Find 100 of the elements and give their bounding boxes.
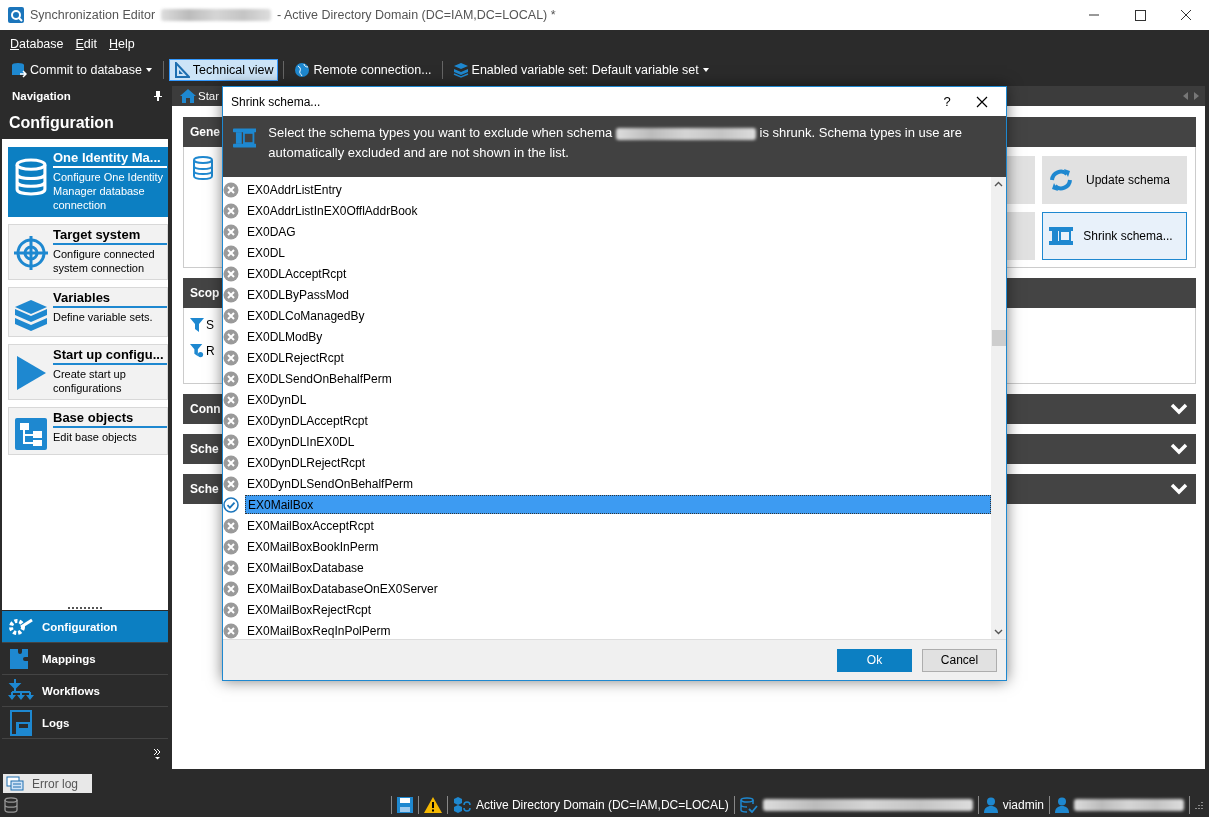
schema-type-row[interactable]: EX0MailBoxRejectRcpt [223,599,991,620]
database-icon [4,796,18,813]
navigation-card[interactable]: Base objects Edit base objects [8,407,168,455]
resize-grip-icon[interactable] [1195,800,1203,809]
module-button[interactable]: Configuration [2,611,168,643]
schema-type-name: EX0DLModBy [246,328,324,346]
menu-item[interactable]: Edit [71,36,102,51]
chevron-down-icon[interactable] [1170,403,1188,415]
scroll-up-icon[interactable] [994,181,1003,187]
warning-icon[interactable] [423,796,442,813]
schema-type-name: EX0DLAcceptRcpt [246,265,348,283]
play-icon [15,355,47,391]
database-check-icon [739,796,758,813]
database-icon [14,158,48,196]
card-title: Base objects [53,410,167,428]
scroll-down-icon[interactable] [994,629,1003,635]
card-description: Define variable sets. [53,310,154,324]
schema-type-row[interactable]: EX0AddrListInEX0OfflAddrBook [223,200,991,221]
schema-type-row[interactable]: EX0DLByPassMod [223,284,991,305]
chevron-down-icon[interactable] [1170,443,1188,455]
toolbar-button[interactable]: Commit to database [6,59,158,81]
schema-type-name: EX0DLByPassMod [246,286,351,304]
pane-title: Navigation [12,90,71,102]
module-button[interactable]: Logs [2,707,168,739]
card-description: Edit base objects [53,430,138,444]
user-name: viadmin [1002,797,1044,812]
menu-item[interactable]: Help [105,36,139,51]
action-button[interactable]: Shrink schema... [1042,212,1187,260]
schema-type-name: EX0AddrListInEX0OfflAddrBook [246,202,419,220]
navigation-card[interactable]: One Identity Ma... Configure One Identity Manager database connection [8,147,168,217]
overflow-chevron-icon[interactable] [153,748,162,760]
scope-item[interactable]: S [206,318,214,332]
database-commit-icon [11,62,27,78]
shrink-icon [1048,225,1074,247]
schema-type-row[interactable]: EX0DynDL [223,389,991,410]
card-title: Start up configu... [53,347,167,365]
schema-type-name: EX0MailBoxReqInPolPerm [246,622,392,639]
schema-type-row[interactable]: EX0DynDLInEX0DL [223,431,991,452]
schema-type-row[interactable]: EX0MailBoxReqInPolPerm [223,620,991,639]
schema-type-row[interactable]: EX0DLModBy [223,326,991,347]
scrollbar-thumb[interactable] [991,330,1006,346]
toolbar-button[interactable]: Technical view [168,59,279,81]
caret-icon [144,67,153,73]
dialog-message: Select the schema types you want to exclude when schema is shrunk. Schema types in use are automatically excluded and are not shown in the list. [268,124,963,162]
window-title: Synchronization Editor [30,8,156,22]
section-title: Gene [190,125,220,139]
schema-type-row[interactable]: EX0DLRejectRcpt [223,347,991,368]
cube-icon [14,298,48,332]
schema-type-name: EX0DynDLAcceptRcpt [246,412,369,430]
home-icon [180,89,196,103]
schema-type-row[interactable]: EX0DynDLRejectRcpt [223,452,991,473]
schema-type-row[interactable]: EX0DLAcceptRcpt [223,263,991,284]
chevron-down-icon[interactable] [1170,483,1188,495]
toolbar-button[interactable]: Remote connection... [289,59,437,81]
schema-type-row[interactable]: EX0MailBoxDatabase [223,557,991,578]
cancel-button[interactable]: Cancel [922,648,997,672]
schema-type-name: EX0MailBoxRejectRcpt [246,601,373,619]
schema-type-row[interactable]: EX0DL [223,242,991,263]
schema-type-name: EX0DynDL [246,391,308,409]
toolbar-button[interactable]: Enabled variable set: Default variable set [447,59,715,81]
schema-type-row[interactable]: EX0DynDLAcceptRcpt [223,410,991,431]
scroll-right-icon[interactable] [1194,92,1199,100]
refresh-icon [1048,167,1074,193]
scroll-left-icon[interactable] [1183,92,1188,100]
pin-icon[interactable] [154,91,162,101]
filter-icon [190,318,204,332]
section-title: Sche [190,482,219,496]
schema-type-name: EX0DAG [246,223,297,241]
tab[interactable]: Star [198,90,220,102]
navigation-card[interactable]: Target system Configure connected system connection [8,224,168,280]
action-button[interactable]: Update schema [1042,156,1187,204]
schema-type-row[interactable]: EX0MailBoxDatabaseOnEX0Server [223,578,991,599]
schema-type-name: EX0DynDLSendOnBehalfPerm [246,475,415,493]
floppy-log-icon [8,709,34,736]
ok-button[interactable]: Ok [837,648,912,672]
schema-type-row[interactable]: EX0MailBoxAcceptRcpt [223,515,991,536]
card-description: Configure One Identity Manager database connection [53,170,165,212]
scope-item[interactable]: R [206,344,215,358]
splitter-grip-icon[interactable] [67,607,103,610]
schema-type-name: EX0DLSendOnBehalfPerm [246,370,393,388]
connection-status: Active Directory Domain (DC=IAM,DC=LOCAL) [475,797,729,812]
schema-type-name: EX0DynDLRejectRcpt [246,454,367,472]
navigation-card[interactable]: Start up configu... Create start up configurations [8,344,168,400]
scrollbar[interactable] [991,177,1006,639]
schema-type-row[interactable]: EX0DLCoManagedBy [223,305,991,326]
user-icon [1055,796,1069,813]
schema-type-name: EX0MailBoxDatabase [246,559,365,577]
navigation-card[interactable]: Variables Define variable sets. [8,287,168,337]
schema-type-row[interactable]: EX0MailBoxBookInPerm [223,536,991,557]
error-log-tab[interactable]: Error log [3,774,92,793]
schema-type-row[interactable]: EX0AddrListEntry [223,179,991,200]
save-icon[interactable] [396,796,413,813]
schema-type-row[interactable]: EX0DynDLSendOnBehalfPerm [223,473,991,494]
help-button[interactable]: ? [932,94,962,109]
schema-type-row[interactable]: EX0DAG [223,221,991,242]
dialog-title: Shrink schema... [231,94,322,109]
schema-type-row[interactable]: EX0DLSendOnBehalfPerm [223,368,991,389]
menu-item[interactable]: Database [6,36,68,51]
close-button[interactable] [976,95,988,108]
schema-type-name: EX0DynDLInEX0DL [246,433,356,451]
